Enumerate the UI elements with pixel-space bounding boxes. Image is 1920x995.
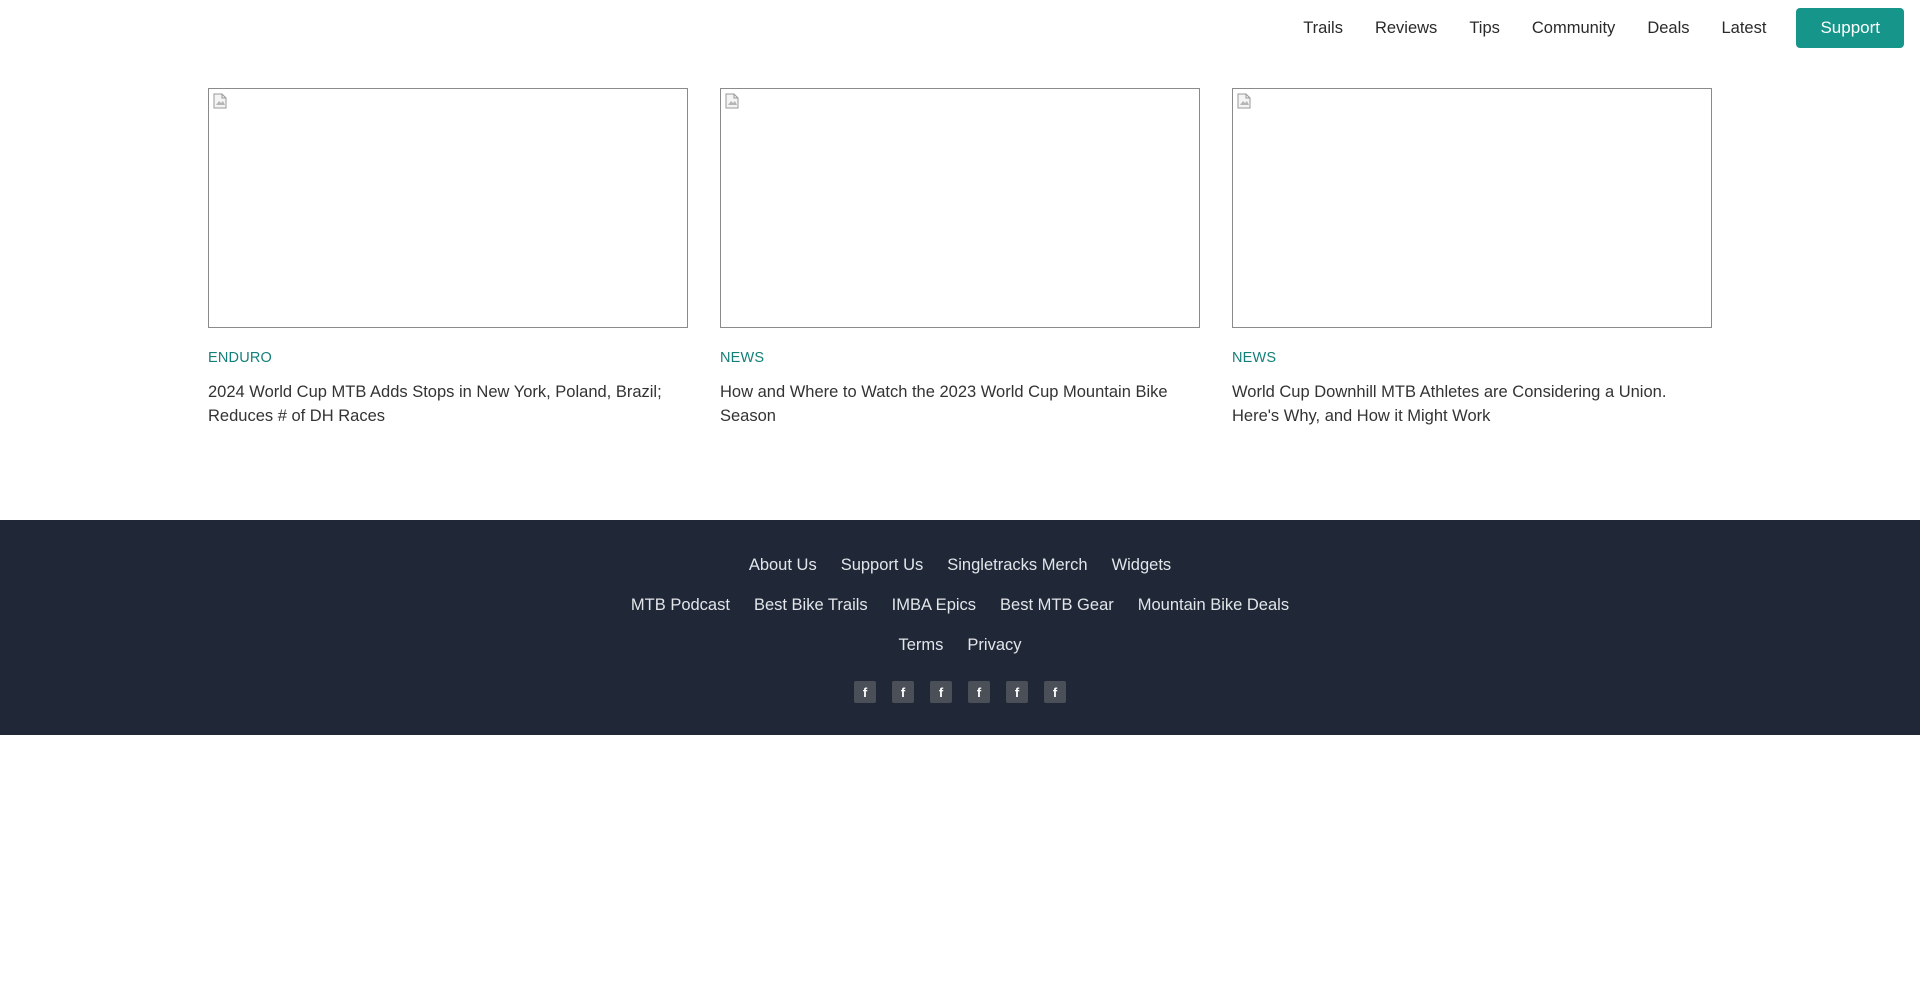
footer-link-privacy[interactable]: Privacy xyxy=(967,636,1021,655)
site-footer: About Us Support Us Singletracks Merch W… xyxy=(0,520,1920,735)
footer-link-deals[interactable]: Mountain Bike Deals xyxy=(1138,596,1289,615)
facebook-icon[interactable]: f xyxy=(854,681,876,703)
article-image[interactable] xyxy=(720,88,1200,328)
facebook-icon[interactable]: f xyxy=(930,681,952,703)
article-card: NEWS World Cup Downhill MTB Athletes are… xyxy=(1232,88,1712,428)
footer-link-imba-epics[interactable]: IMBA Epics xyxy=(892,596,976,615)
social-links: f f f f f f xyxy=(0,681,1920,703)
facebook-icon[interactable]: f xyxy=(892,681,914,703)
footer-link-terms[interactable]: Terms xyxy=(898,636,943,655)
facebook-icon[interactable]: f xyxy=(968,681,990,703)
article-category[interactable]: NEWS xyxy=(720,350,1200,366)
article-grid: ENDURO 2024 World Cup MTB Adds Stops in … xyxy=(208,88,1712,428)
article-image[interactable] xyxy=(208,88,688,328)
nav-deals[interactable]: Deals xyxy=(1647,19,1689,38)
footer-link-widgets[interactable]: Widgets xyxy=(1112,556,1172,575)
footer-link-best-gear[interactable]: Best MTB Gear xyxy=(1000,596,1114,615)
article-title[interactable]: 2024 World Cup MTB Adds Stops in New Yor… xyxy=(208,380,688,428)
article-category[interactable]: ENDURO xyxy=(208,350,688,366)
main-nav: Trails Reviews Tips Community Deals Late… xyxy=(1303,8,1904,48)
broken-image-icon xyxy=(1237,93,1251,109)
facebook-icon[interactable]: f xyxy=(1006,681,1028,703)
nav-reviews[interactable]: Reviews xyxy=(1375,19,1437,38)
broken-image-icon xyxy=(725,93,739,109)
nav-tips[interactable]: Tips xyxy=(1469,19,1500,38)
site-header: Trails Reviews Tips Community Deals Late… xyxy=(0,0,1920,58)
article-title[interactable]: World Cup Downhill MTB Athletes are Cons… xyxy=(1232,380,1712,428)
nav-community[interactable]: Community xyxy=(1532,19,1615,38)
support-button[interactable]: Support xyxy=(1796,8,1904,48)
article-card: ENDURO 2024 World Cup MTB Adds Stops in … xyxy=(208,88,688,428)
footer-links-primary: About Us Support Us Singletracks Merch W… xyxy=(0,556,1920,575)
broken-image-icon xyxy=(213,93,227,109)
footer-link-podcast[interactable]: MTB Podcast xyxy=(631,596,730,615)
footer-links-legal: Terms Privacy xyxy=(0,636,1920,655)
footer-link-support-us[interactable]: Support Us xyxy=(841,556,924,575)
article-image[interactable] xyxy=(1232,88,1712,328)
footer-link-about-us[interactable]: About Us xyxy=(749,556,817,575)
article-category[interactable]: NEWS xyxy=(1232,350,1712,366)
footer-link-merch[interactable]: Singletracks Merch xyxy=(947,556,1087,575)
article-card: NEWS How and Where to Watch the 2023 Wor… xyxy=(720,88,1200,428)
footer-links-secondary: MTB Podcast Best Bike Trails IMBA Epics … xyxy=(0,596,1920,615)
nav-latest[interactable]: Latest xyxy=(1722,19,1767,38)
footer-link-best-trails[interactable]: Best Bike Trails xyxy=(754,596,868,615)
nav-trails[interactable]: Trails xyxy=(1303,19,1343,38)
facebook-icon[interactable]: f xyxy=(1044,681,1066,703)
article-title[interactable]: How and Where to Watch the 2023 World Cu… xyxy=(720,380,1200,428)
